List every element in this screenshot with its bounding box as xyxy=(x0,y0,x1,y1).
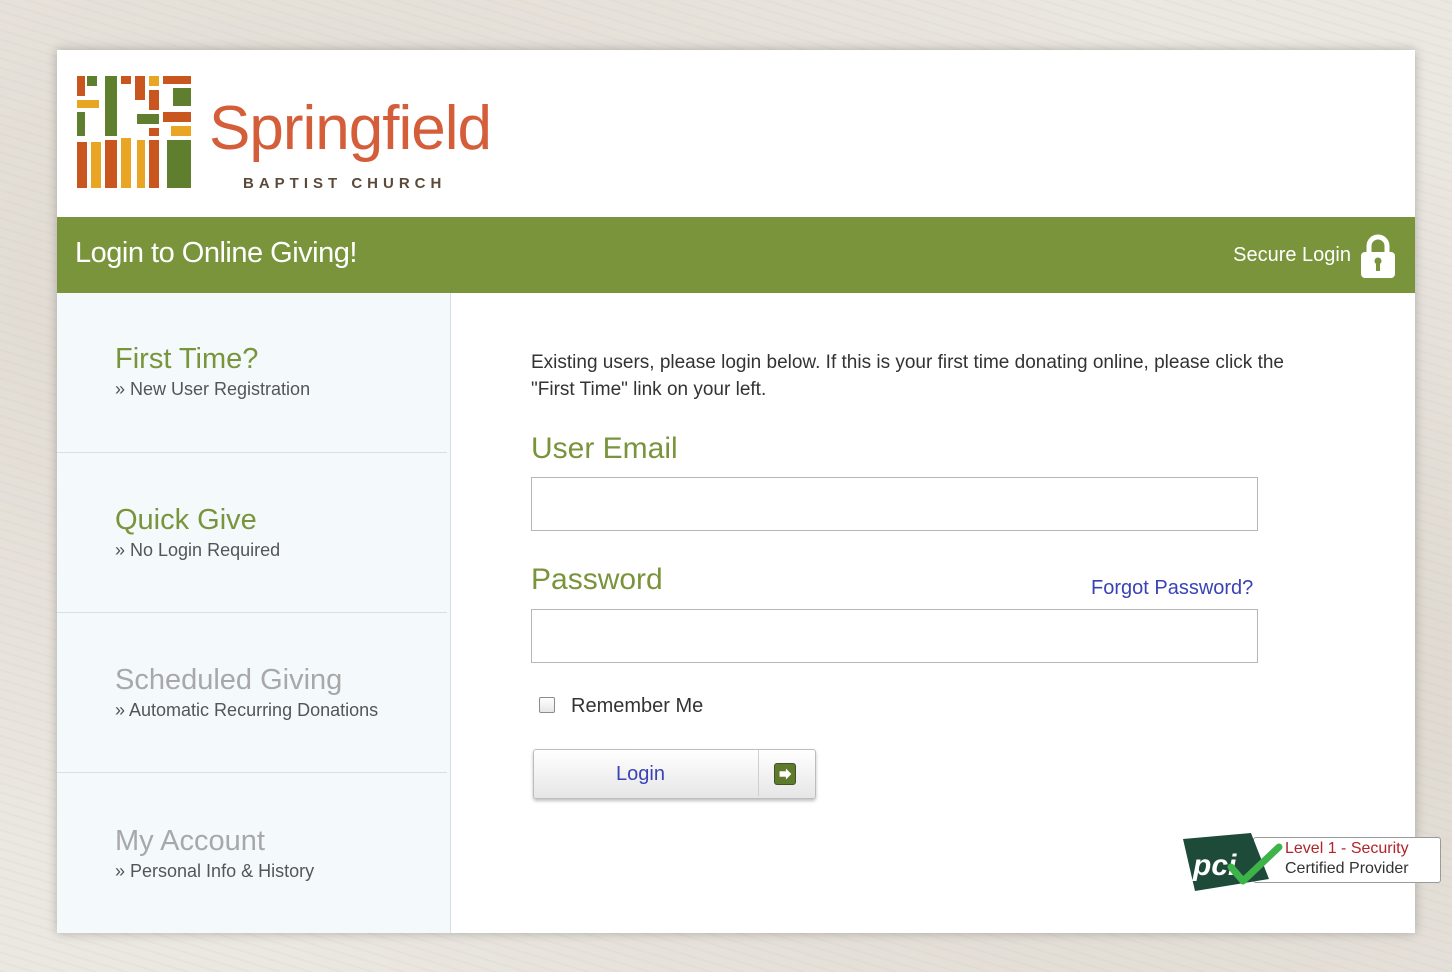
button-divider xyxy=(758,750,759,796)
email-field[interactable] xyxy=(531,477,1258,531)
remember-me-checkbox[interactable] xyxy=(539,697,555,713)
header-bar: Login to Online Giving! Secure Login xyxy=(57,217,1415,293)
pci-security-badge: pci Level 1 - Security Certified Provide… xyxy=(1181,833,1443,893)
forgot-password-link[interactable]: Forgot Password? xyxy=(1091,577,1253,600)
remember-me-label[interactable]: Remember Me xyxy=(571,695,703,718)
page-title: Login to Online Giving! xyxy=(75,237,357,269)
brand-name: Springfield xyxy=(209,94,492,163)
sidebar-item-subtitle[interactable]: » Automatic Recurring Donations xyxy=(115,700,378,721)
sidebar-item-title[interactable]: First Time? xyxy=(115,343,258,376)
login-button[interactable]: Login xyxy=(533,749,816,799)
arrow-right-icon[interactable] xyxy=(774,763,796,785)
sidebar-item-title[interactable]: Quick Give xyxy=(115,504,257,537)
lock-icon xyxy=(1361,234,1395,278)
pci-logo: pci xyxy=(1183,833,1283,891)
sidebar: First Time? » New User Registration Quic… xyxy=(57,293,451,933)
login-form: Existing users, please login below. If t… xyxy=(451,293,1441,933)
sidebar-item-scheduled-giving[interactable]: Scheduled Giving » Automatic Recurring D… xyxy=(57,613,447,773)
logo-area: Springfield BAPTIST CHURCH xyxy=(57,50,1415,217)
email-label: User Email xyxy=(531,432,678,465)
secure-login-label: Secure Login xyxy=(1233,244,1351,266)
sidebar-item-quick-give[interactable]: Quick Give » No Login Required xyxy=(57,453,447,613)
sidebar-item-subtitle[interactable]: » No Login Required xyxy=(115,540,280,561)
sidebar-item-title[interactable]: My Account xyxy=(115,825,265,858)
pci-badge-line2: Certified Provider xyxy=(1285,860,1409,877)
login-card: Springfield BAPTIST CHURCH Login to Onli… xyxy=(57,50,1441,933)
intro-text: Existing users, please login below. If t… xyxy=(531,352,1284,400)
login-button-label[interactable]: Login xyxy=(616,763,665,786)
brand-subtitle: BAPTIST CHURCH xyxy=(243,175,447,192)
sidebar-item-subtitle[interactable]: » Personal Info & History xyxy=(115,861,314,882)
sidebar-item-title[interactable]: Scheduled Giving xyxy=(115,664,342,697)
pci-badge-line1: Level 1 - Security xyxy=(1285,840,1409,857)
church-logo-mark xyxy=(77,76,191,188)
sidebar-item-first-time[interactable]: First Time? » New User Registration xyxy=(57,293,447,453)
password-label: Password xyxy=(531,563,663,596)
password-field[interactable] xyxy=(531,609,1258,663)
sidebar-item-my-account[interactable]: My Account » Personal Info & History xyxy=(57,773,447,932)
sidebar-item-subtitle[interactable]: » New User Registration xyxy=(115,379,310,400)
